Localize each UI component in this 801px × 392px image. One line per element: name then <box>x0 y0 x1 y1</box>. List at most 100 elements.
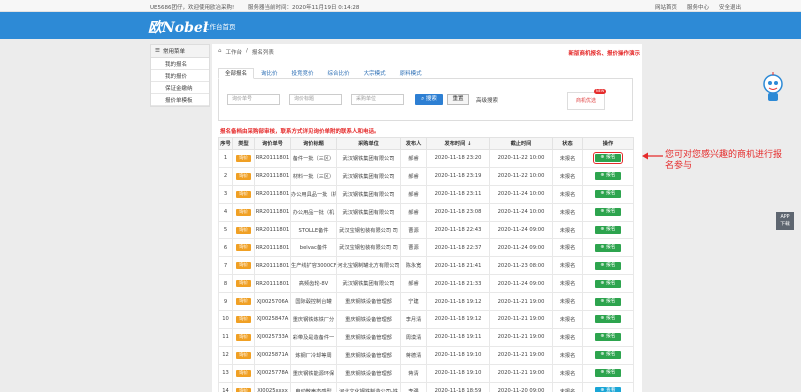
row-code[interactable]: XJ0025871A <box>254 345 291 365</box>
row-code[interactable]: RR20111801 <box>254 149 291 168</box>
signup-button[interactable]: ⊕ 报名 <box>595 261 621 270</box>
new-badge: NEW <box>594 89 607 94</box>
row-deadline: 2020-11-24 10:00 <box>489 184 553 204</box>
row-title: STOLLE备件 <box>290 220 337 240</box>
type-badge: 询价 <box>236 226 251 234</box>
row-number: 7 <box>218 256 233 276</box>
home-icon[interactable]: ⌂ <box>218 48 222 56</box>
row-code[interactable]: XJ0025733A <box>254 327 291 347</box>
signup-button[interactable]: ⊕ 报名 <box>595 226 621 234</box>
row-deadline: 2020-11-24 09:00 <box>489 274 553 294</box>
signup-button[interactable]: ⊕ 报名 <box>595 208 621 217</box>
sidebar-item-my-quote[interactable]: 我的报价 <box>151 70 209 82</box>
mascot-robot-icon[interactable] <box>760 72 786 104</box>
link-service[interactable]: 服务中心 <box>687 3 709 11</box>
signup-button[interactable]: ⊕ 报名 <box>595 172 621 181</box>
breadcrumb-home[interactable]: 工作台 <box>226 48 243 56</box>
row-action: ⊕ 报名 <box>582 310 634 329</box>
signup-button[interactable]: ⊕ 报名 <box>595 190 621 199</box>
page-title: 工作台首页 <box>203 23 236 31</box>
tab-bar: 全部报名 询比价 投竞竞价 综合比价 大宗模式 原料模式 <box>218 68 633 79</box>
demo-link[interactable]: 新版商机报名、报价操作演示 <box>568 49 640 57</box>
tab-all[interactable]: 全部报名 <box>218 68 255 79</box>
tab-compare[interactable]: 综合比价 <box>321 68 357 79</box>
reset-button[interactable]: 重置 <box>447 94 469 105</box>
row-publish-time: 2020-11-18 23:11 <box>426 184 490 204</box>
tab-inquiry[interactable]: 询比价 <box>254 68 285 79</box>
row-action: ⊕ 报名 <box>582 166 634 186</box>
row-publish-time: 2020-11-18 19:11 <box>426 327 490 347</box>
signup-button[interactable]: ⊕ 报名 <box>595 243 621 252</box>
row-number: 13 <box>218 363 233 383</box>
signup-button[interactable]: ⊕ 报名 <box>595 279 621 288</box>
row-publisher: 蒋德清 <box>400 345 427 365</box>
search-icon: ⌕ <box>421 96 425 102</box>
type-badge: 询价 <box>236 351 251 359</box>
row-action: ⊕ 报名 <box>582 274 634 294</box>
row-code[interactable]: RR20111801 <box>254 256 291 276</box>
arrow-left-icon <box>642 152 663 160</box>
tab-bulk[interactable]: 大宗模式 <box>357 68 393 79</box>
row-publisher: 曹源 <box>400 238 427 258</box>
sidebar-header[interactable]: ☰ 常用菜单 <box>151 45 209 58</box>
link-logout[interactable]: 安全退出 <box>719 3 741 11</box>
row-publisher: 郝睿 <box>400 184 427 204</box>
logo[interactable]: 欧Nobel <box>148 17 208 37</box>
signup-button[interactable]: ⊕ 报名 <box>595 333 621 342</box>
row-title: 办公用品一批（机 <box>290 202 337 222</box>
sort-pub-time[interactable]: 发布时间 ↓ <box>426 137 490 150</box>
row-type: 询价 <box>232 381 255 392</box>
row-code[interactable]: RR20111801 <box>254 238 291 258</box>
row-code[interactable]: RR20111801 <box>254 274 291 294</box>
row-publish-time: 2020-11-18 19:12 <box>426 292 490 312</box>
row-type: 询价 <box>232 202 255 222</box>
advanced-search-link[interactable]: 高级搜索 <box>476 96 498 104</box>
sidebar-item-my-signup[interactable]: 我的报名 <box>151 58 209 70</box>
biz-select-button[interactable]: 商机优选 NEW <box>567 89 607 110</box>
inquiry-no-input[interactable]: 询价单号 <box>227 94 280 105</box>
signup-button[interactable]: ⊕ 报名 <box>595 297 621 306</box>
inquiry-title-input[interactable]: 询价标题 <box>289 94 342 105</box>
type-badge: 询价 <box>236 280 251 288</box>
row-code[interactable]: XJ0025847A <box>254 310 291 329</box>
header-bar: 欧Nobel 工作台首页 <box>0 12 801 39</box>
table-row: 6 询价 RR20111801 belvac备件 武汉宝钢包装有限公司 司曹源 2020-… <box>218 238 634 258</box>
link-home[interactable]: 网站首页 <box>655 3 677 11</box>
tab-raw[interactable]: 原料模式 <box>393 68 429 79</box>
row-publisher: 李强 <box>400 381 427 392</box>
row-title: 炼钢厂冷却等周 <box>290 345 337 365</box>
table-header: 序号 类型 询价单号 询价标题 采购单位 发布人 发布时间 ↓ 截止时间 状态 … <box>218 137 634 150</box>
signup-button[interactable]: ⊕ 报名 <box>595 369 621 378</box>
row-deadline: 2020-11-21 19:00 <box>489 363 553 383</box>
table-row: 2 询价 RR20111801 材料一批（三区） 武汉钢铁集团有限公司 郝睿 2020-11… <box>218 166 634 186</box>
row-code[interactable]: RR20111801 <box>254 184 291 204</box>
row-title: 材料一批（三区） <box>290 166 337 186</box>
row-unit: 武汉宝钢包装有限公司 司 <box>336 238 401 258</box>
row-code[interactable]: RR20111801 <box>254 220 291 240</box>
app-download-button[interactable]: APP 下载 <box>776 212 794 230</box>
sidebar-item-deposit[interactable]: 保证金缴纳 <box>151 82 209 94</box>
row-code[interactable]: XJ0025xxxx <box>254 381 291 392</box>
row-type: 询价 <box>232 274 255 294</box>
row-publish-time: 2020-11-18 18:59 <box>426 381 490 392</box>
row-publisher: 郝睿 <box>400 274 427 294</box>
type-badge: 询价 <box>236 298 251 306</box>
row-unit: 重庆钢铁设备管理部 <box>336 292 401 312</box>
tab-bidding[interactable]: 投竞竞价 <box>285 68 321 79</box>
row-code[interactable]: RR20111801 <box>254 202 291 222</box>
view-button[interactable]: ⊕ 查看 <box>595 387 621 392</box>
search-button[interactable]: ⌕ 搜索 <box>415 94 443 105</box>
table-row: 13 询价 XJ0025778A 重庆钢铁能源环保 重庆钢铁设备管理部 蒋清 2020-11… <box>218 363 634 383</box>
row-publish-time: 2020-11-18 23:19 <box>426 166 490 186</box>
signup-button[interactable]: ⊕ 报名 <box>595 351 621 360</box>
row-number: 11 <box>218 327 233 347</box>
row-code[interactable]: RR20111801 <box>254 166 291 186</box>
signup-button[interactable]: ⊕ 报名 <box>595 315 621 324</box>
buyer-input[interactable]: 采购单位 <box>351 94 404 105</box>
row-title: 办公用具品一批（机 <box>290 184 337 204</box>
sidebar-item-quote-template[interactable]: 报价单模板 <box>151 94 209 106</box>
row-code[interactable]: XJ0025706A <box>254 292 291 312</box>
signup-button[interactable]: ⊕ 报名 <box>593 152 623 165</box>
row-code[interactable]: XJ0025778A <box>254 363 291 383</box>
row-deadline: 2020-11-21 19:00 <box>489 292 553 312</box>
